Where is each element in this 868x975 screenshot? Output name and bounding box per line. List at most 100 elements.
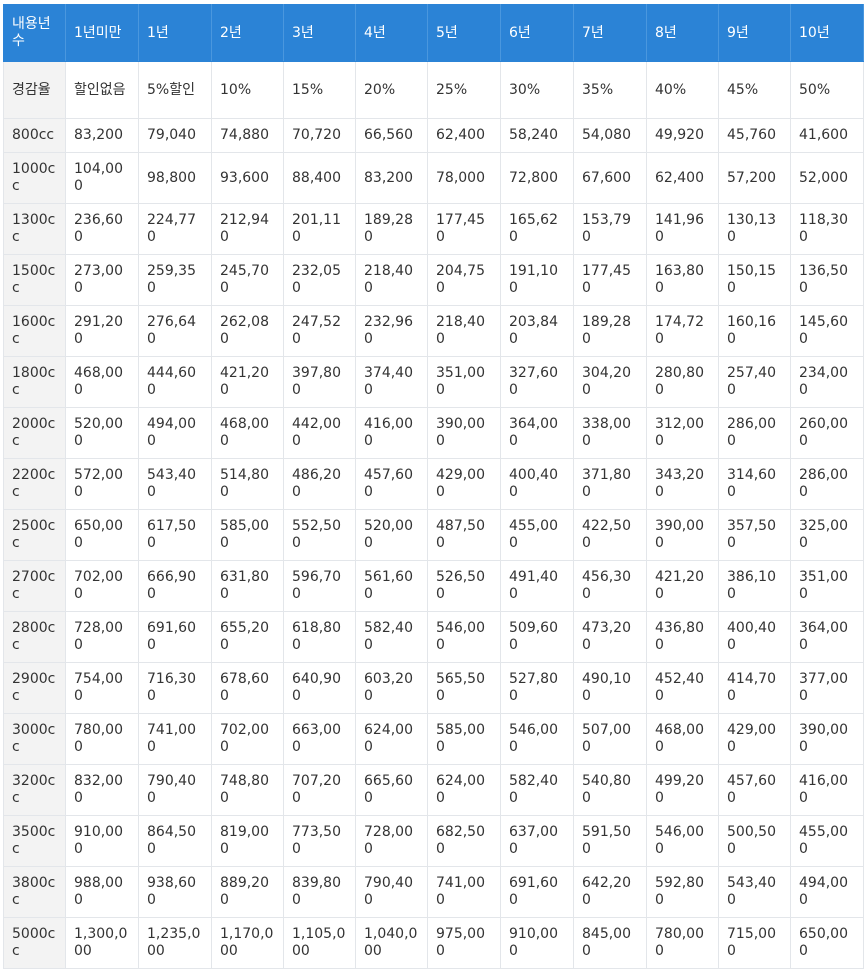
reduction-rate-row: 경감율 할인없음 5%할인 10% 15% 20% 25% 30% 35% 40… [3, 61, 864, 119]
table-row: 1300cc 236,600 224,770 212,940 201,110 189,28… [3, 203, 864, 255]
tax-amount-cell: 1,170,000 [211, 917, 284, 969]
tax-amount-cell: 312,000 [646, 407, 719, 459]
rate-cell: 30% [500, 61, 574, 119]
tax-amount-cell: 543,400 [138, 458, 212, 510]
tax-amount-cell: 160,160 [718, 305, 791, 357]
header-cell: 3년 [283, 4, 356, 62]
tax-amount-cell: 224,770 [138, 203, 212, 255]
tax-amount-cell: 57,200 [718, 152, 791, 204]
table-row: 3500cc 910,000 864,500 819,000 773,500 728,00… [3, 815, 864, 867]
tax-amount-cell: 118,300 [790, 203, 864, 255]
tax-amount-cell: 74,880 [211, 118, 284, 153]
tax-amount-cell: 889,200 [211, 866, 284, 918]
tax-amount-cell: 400,400 [718, 611, 791, 663]
tax-amount-cell: 591,500 [573, 815, 647, 867]
table-row: 1500cc 273,000 259,350 245,700 232,050 218,40… [3, 254, 864, 306]
header-row: 내용년수 1년미만 1년 2년 3년 4년 5년 6년 7년 8년 9년 10년 [3, 4, 864, 62]
header-cell: 1년 [138, 4, 212, 62]
tax-amount-cell: 343,200 [646, 458, 719, 510]
header-cell: 4년 [355, 4, 428, 62]
tax-amount-cell: 572,000 [65, 458, 139, 510]
displacement-cell: 2000cc [3, 407, 66, 459]
tax-amount-cell: 357,500 [718, 509, 791, 561]
tax-amount-cell: 741,000 [138, 713, 212, 765]
tax-amount-cell: 245,700 [211, 254, 284, 306]
tax-amount-cell: 54,080 [573, 118, 647, 153]
tax-amount-cell: 988,000 [65, 866, 139, 918]
tax-amount-cell: 390,000 [427, 407, 501, 459]
displacement-cell: 2800cc [3, 611, 66, 663]
tax-amount-cell: 390,000 [646, 509, 719, 561]
tax-amount-cell: 374,400 [355, 356, 428, 408]
tax-amount-cell: 93,600 [211, 152, 284, 204]
tax-amount-cell: 618,800 [283, 611, 356, 663]
tax-amount-cell: 910,000 [500, 917, 574, 969]
displacement-cell: 3800cc [3, 866, 66, 918]
tax-amount-cell: 280,800 [646, 356, 719, 408]
rate-cell: 35% [573, 61, 647, 119]
tax-amount-cell: 1,105,000 [283, 917, 356, 969]
tax-amount-cell: 527,800 [500, 662, 574, 714]
tax-amount-cell: 45,760 [718, 118, 791, 153]
tax-amount-cell: 520,000 [65, 407, 139, 459]
tax-amount-cell: 546,000 [646, 815, 719, 867]
tax-amount-cell: 637,000 [500, 815, 574, 867]
rate-cell: 15% [283, 61, 356, 119]
tax-amount-cell: 1,040,000 [355, 917, 428, 969]
tax-amount-cell: 49,920 [646, 118, 719, 153]
tax-amount-cell: 499,200 [646, 764, 719, 816]
tax-amount-cell: 422,500 [573, 509, 647, 561]
tax-amount-cell: 585,000 [211, 509, 284, 561]
tax-amount-cell: 509,600 [500, 611, 574, 663]
table-row: 2800cc 728,000 691,600 655,200 618,800 582,40… [3, 611, 864, 663]
displacement-cell: 1800cc [3, 356, 66, 408]
tax-amount-cell: 327,600 [500, 356, 574, 408]
tax-amount-cell: 864,500 [138, 815, 212, 867]
header-cell: 1년미만 [65, 4, 139, 62]
tax-amount-cell: 507,000 [573, 713, 647, 765]
tax-amount-cell: 655,200 [211, 611, 284, 663]
tax-amount-cell: 707,200 [283, 764, 356, 816]
table-row: 1000cc 104,000 98,800 93,600 88,400 83,200 78,… [3, 152, 864, 204]
tax-amount-cell: 741,000 [427, 866, 501, 918]
tax-amount-cell: 232,050 [283, 254, 356, 306]
tax-amount-cell: 624,000 [355, 713, 428, 765]
tax-amount-cell: 666,900 [138, 560, 212, 612]
tax-amount-cell: 203,840 [500, 305, 574, 357]
tax-amount-cell: 377,000 [790, 662, 864, 714]
tax-amount-cell: 773,500 [283, 815, 356, 867]
tax-amount-cell: 98,800 [138, 152, 212, 204]
displacement-cell: 800cc [3, 118, 66, 153]
tax-amount-cell: 212,940 [211, 203, 284, 255]
tax-amount-cell: 189,280 [573, 305, 647, 357]
displacement-cell: 2500cc [3, 509, 66, 561]
displacement-cell: 5000cc [3, 917, 66, 969]
header-cell: 8년 [646, 4, 719, 62]
tax-amount-cell: 153,790 [573, 203, 647, 255]
tax-amount-cell: 163,800 [646, 254, 719, 306]
tax-amount-cell: 1,235,000 [138, 917, 212, 969]
tax-amount-cell: 421,200 [211, 356, 284, 408]
tax-amount-cell: 262,080 [211, 305, 284, 357]
tax-amount-cell: 650,000 [65, 509, 139, 561]
tax-amount-cell: 839,800 [283, 866, 356, 918]
tax-amount-cell: 351,000 [790, 560, 864, 612]
displacement-cell: 3000cc [3, 713, 66, 765]
tax-amount-cell: 938,600 [138, 866, 212, 918]
tax-amount-cell: 631,800 [211, 560, 284, 612]
tax-amount-cell: 351,000 [427, 356, 501, 408]
tax-amount-cell: 678,600 [211, 662, 284, 714]
tax-amount-cell: 165,620 [500, 203, 574, 255]
table-row: 2000cc 520,000 494,000 468,000 442,000 416,00… [3, 407, 864, 459]
tax-amount-cell: 455,000 [500, 509, 574, 561]
tax-amount-cell: 748,800 [211, 764, 284, 816]
tax-amount-cell: 540,800 [573, 764, 647, 816]
depreciation-tax-table-container: 내용년수 1년미만 1년 2년 3년 4년 5년 6년 7년 8년 9년 10년… [3, 4, 864, 969]
tax-amount-cell: 490,100 [573, 662, 647, 714]
tax-amount-cell: 400,400 [500, 458, 574, 510]
table-row: 1600cc 291,200 276,640 262,080 247,520 232,96… [3, 305, 864, 357]
tax-amount-cell: 456,300 [573, 560, 647, 612]
tax-amount-cell: 150,150 [718, 254, 791, 306]
tax-amount-cell: 546,000 [500, 713, 574, 765]
tax-amount-cell: 845,000 [573, 917, 647, 969]
